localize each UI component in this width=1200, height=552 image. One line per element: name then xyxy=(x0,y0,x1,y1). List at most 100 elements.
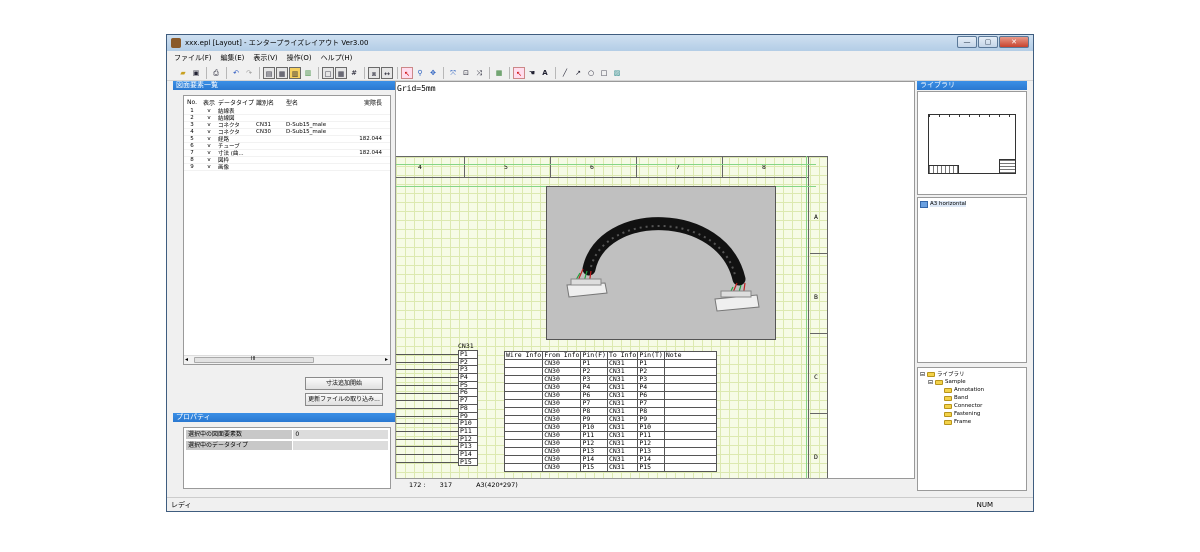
table-cell[interactable]: P15 xyxy=(580,463,608,472)
pan-icon[interactable]: ✥ xyxy=(427,67,439,79)
table-cell[interactable] xyxy=(663,399,717,408)
zoom-fit-icon[interactable]: ⤨ xyxy=(473,67,485,79)
col-display[interactable]: 表示 xyxy=(200,98,218,107)
list-item[interactable]: 5 v 経路 182.044 xyxy=(184,136,390,143)
tree-root[interactable]: ⊟ ライブラリ xyxy=(920,370,1026,379)
property-value[interactable]: 0 xyxy=(293,430,388,439)
table-cell[interactable] xyxy=(503,431,544,440)
table-cell[interactable] xyxy=(503,455,544,464)
table-cell[interactable] xyxy=(663,391,717,400)
list-item[interactable]: 3 v コネクタ CN31 D-Sub15_male xyxy=(184,122,390,129)
connector-view-icon[interactable]: ▥ xyxy=(289,66,301,79)
table-cell[interactable] xyxy=(663,455,717,464)
table-cell[interactable] xyxy=(503,359,544,368)
zoom-window-icon[interactable]: ⊡ xyxy=(460,67,472,79)
menu-operation[interactable]: 操作(O) xyxy=(286,53,313,63)
layout-canvas[interactable]: Grid=5mm 45678 ABCD CN31 P1 P2 P3 P4 P5 … xyxy=(395,81,915,479)
list-item[interactable]: 8 v 図枠 xyxy=(184,157,390,164)
list-item[interactable]: 2 v 結線図 xyxy=(184,115,390,122)
table-cell[interactable] xyxy=(663,439,717,448)
open-folder-icon[interactable]: ▰ xyxy=(177,67,189,79)
layout-view-icon[interactable]: ▤ xyxy=(263,66,275,79)
collapse-icon[interactable]: ⊟ xyxy=(928,379,933,386)
table-cell[interactable] xyxy=(663,423,717,432)
scroll-thumb[interactable]: III xyxy=(194,356,314,363)
maximize-button[interactable]: ▢ xyxy=(978,36,998,48)
list-item[interactable]: 1 v 結線表 xyxy=(184,108,390,115)
table-cell[interactable] xyxy=(503,391,544,400)
property-value[interactable] xyxy=(293,441,388,450)
table-row[interactable]: CN30 P15 CN31 P15 xyxy=(503,463,717,472)
grid-icon[interactable]: ▦ xyxy=(335,66,347,79)
close-button[interactable]: ✕ xyxy=(999,36,1029,48)
tree-item[interactable]: Fastening xyxy=(920,410,1026,418)
table-cell[interactable] xyxy=(503,463,544,472)
table-cell[interactable] xyxy=(503,383,544,392)
add-dimension-button[interactable]: 寸法追加開始 xyxy=(305,377,383,390)
table-cell[interactable] xyxy=(663,375,717,384)
redo-icon[interactable]: ↷ xyxy=(243,67,255,79)
list-item[interactable]: 6 v チューブ xyxy=(184,143,390,150)
table-cell[interactable] xyxy=(663,359,717,368)
table-cell[interactable] xyxy=(663,383,717,392)
arrow-icon[interactable]: ↗ xyxy=(572,67,584,79)
tree-item[interactable]: Annotation xyxy=(920,386,1026,394)
table-cell[interactable] xyxy=(663,463,717,472)
library-item-a3[interactable]: A3 horizontal xyxy=(920,200,1026,208)
zoom-all-icon[interactable]: ⤧ xyxy=(447,67,459,79)
measure-icon[interactable]: ↔ xyxy=(381,66,393,79)
table-cell[interactable] xyxy=(503,375,544,384)
table-cell[interactable]: CN30 xyxy=(542,463,582,472)
table-icon[interactable]: ▦ xyxy=(493,67,505,79)
table-cell[interactable] xyxy=(663,431,717,440)
list-item[interactable]: 4 v コネクタ CN30 D-Sub15_male xyxy=(184,129,390,136)
table-cell[interactable] xyxy=(503,423,544,432)
pin-list[interactable]: P1 P2 P3 P4 P5 P6 P7 P8 P9 P10 P11 P12 P13 P14 P15 xyxy=(458,350,478,467)
col-length[interactable]: 実際長 xyxy=(344,98,388,107)
table-cell[interactable]: CN31 xyxy=(606,463,639,472)
scroll-left-icon[interactable]: ◂ xyxy=(185,356,188,363)
col-no[interactable]: No. xyxy=(184,99,200,106)
drawing-elements-list[interactable]: No. 表示 データタイプ 識別名 型名 実際長 1 v 結線表 2 v 結線図 3 v コネク… xyxy=(183,95,391,365)
tree-item[interactable]: Frame xyxy=(920,418,1026,426)
menu-help[interactable]: ヘルプ(H) xyxy=(320,53,354,63)
frame-icon[interactable]: □ xyxy=(322,66,334,79)
line-icon[interactable]: ╱ xyxy=(559,67,571,79)
menu-edit[interactable]: 編集(E) xyxy=(220,53,246,63)
col-datatype[interactable]: データタイプ xyxy=(218,98,256,107)
undo-icon[interactable]: ↶ xyxy=(230,67,242,79)
table-cell[interactable] xyxy=(503,447,544,456)
table-view-icon[interactable]: ▥ xyxy=(302,67,314,79)
image-icon[interactable]: ▨ xyxy=(611,67,623,79)
col-model[interactable]: 型名 xyxy=(286,98,344,107)
table-cell[interactable] xyxy=(663,407,717,416)
table-cell[interactable]: P15 xyxy=(637,463,665,472)
circle-icon[interactable]: ○ xyxy=(585,67,597,79)
list-item[interactable]: 7 v 寸法 (曲... 182.044 xyxy=(184,150,390,157)
wire-view-icon[interactable]: ▦ xyxy=(276,66,288,79)
table-cell[interactable] xyxy=(503,407,544,416)
table-cell[interactable] xyxy=(503,367,544,376)
hand-icon[interactable]: ☚ xyxy=(526,67,538,79)
minimize-button[interactable]: — xyxy=(957,36,977,48)
library-tree[interactable]: ⊟ ライブラリ ⊟ Sample Annotation Band Connector… xyxy=(917,367,1027,491)
number-icon[interactable]: # xyxy=(348,67,360,79)
select-icon[interactable]: ↖ xyxy=(401,66,413,79)
col-id[interactable]: 識別名 xyxy=(256,98,286,107)
table-cell[interactable] xyxy=(503,399,544,408)
horizontal-scrollbar[interactable]: ◂ III ▸ xyxy=(184,355,390,364)
tree-item[interactable]: Connector xyxy=(920,402,1026,410)
text-icon[interactable]: A xyxy=(539,67,551,79)
menu-file[interactable]: ファイル(F) xyxy=(173,53,213,63)
rectangle-icon[interactable]: □ xyxy=(598,67,610,79)
table-cell[interactable] xyxy=(503,415,544,424)
table-cell[interactable] xyxy=(663,447,717,456)
fit-icon[interactable]: ⧈ xyxy=(368,66,380,79)
table-cell[interactable] xyxy=(503,439,544,448)
scroll-right-icon[interactable]: ▸ xyxy=(385,356,388,363)
menu-view[interactable]: 表示(V) xyxy=(252,53,278,63)
pin-cell[interactable]: P15 xyxy=(458,458,478,467)
tree-sample[interactable]: ⊟ Sample xyxy=(920,378,1026,386)
list-item[interactable]: 9 v 画像 xyxy=(184,164,390,171)
table-cell[interactable] xyxy=(663,415,717,424)
